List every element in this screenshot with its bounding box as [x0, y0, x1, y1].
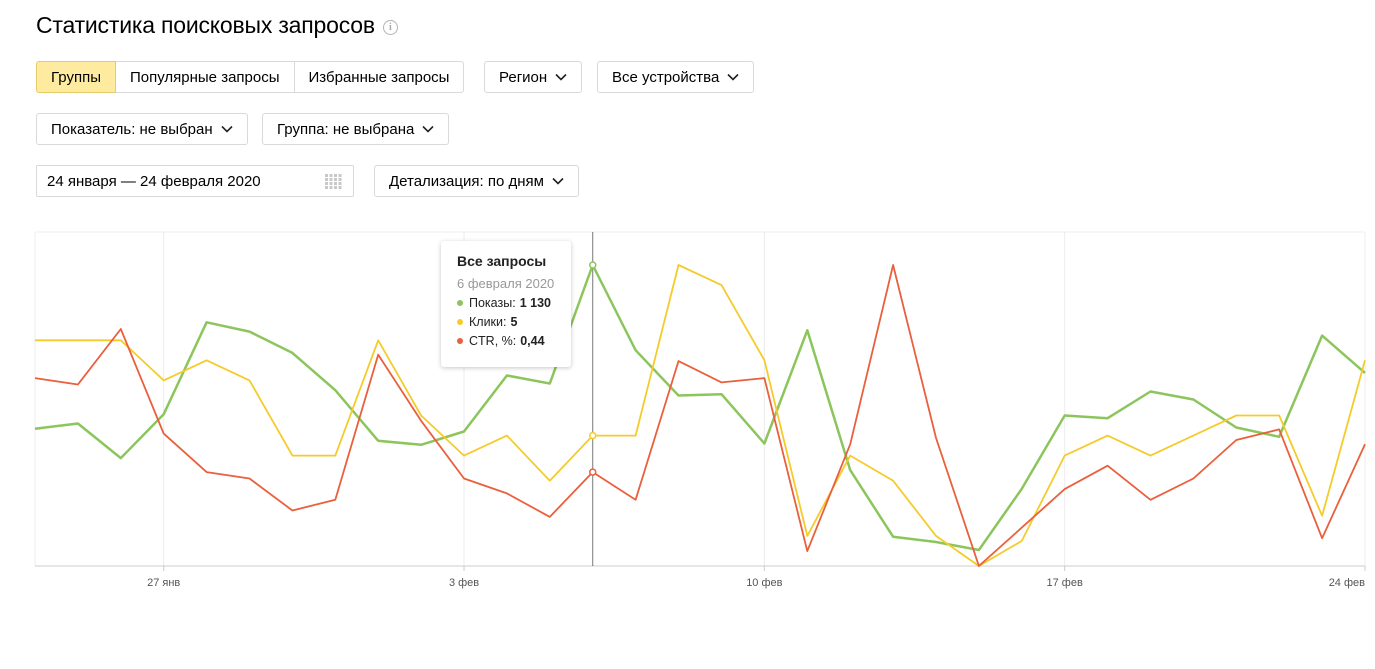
tooltip-clicks-value: 5 — [510, 315, 518, 329]
tab-groups[interactable]: Группы — [36, 61, 116, 93]
tab-popular-queries[interactable]: Популярные запросы — [114, 61, 295, 93]
x-tick-label: 3 фев — [449, 577, 479, 589]
chart-canvas: 27 янв 3 фев 10 фев 17 фев 24 фев — [34, 231, 1366, 589]
group-dropdown-label: Группа: не выбрана — [277, 120, 415, 138]
devices-dropdown-label: Все устройства — [612, 68, 720, 86]
legend-dot-ctr — [457, 338, 463, 344]
tooltip-shows-label: Показы: — [469, 296, 516, 310]
view-tabs: Группы Популярные запросы Избранные запр… — [36, 61, 465, 93]
highlight-point-clicks — [588, 431, 597, 440]
chevron-down-icon — [727, 73, 739, 81]
chevron-down-icon — [422, 125, 434, 133]
tooltip-ctr-value: 0,44 — [520, 334, 545, 348]
tooltip-clicks-label: Клики: — [469, 315, 507, 329]
metric-dropdown[interactable]: Показатель: не выбран — [36, 113, 248, 145]
highlight-point-shows — [588, 261, 597, 269]
series-line-shows — [34, 263, 1366, 552]
tooltip-row-ctr: CTR, %: 0,44 — [457, 334, 571, 348]
detail-dropdown[interactable]: Детализация: по дням — [374, 165, 579, 197]
page-title: Статистика поисковых запросов — [36, 12, 375, 38]
metric-dropdown-label: Показатель: не выбран — [51, 120, 213, 138]
tab-favorite-queries[interactable]: Избранные запросы — [293, 61, 465, 93]
devices-dropdown[interactable]: Все устройства — [597, 61, 755, 93]
chevron-down-icon — [555, 73, 567, 81]
legend-dot-clicks — [457, 319, 463, 325]
tooltip-shows-value: 1 130 — [519, 296, 551, 310]
tooltip-row-shows: Показы: 1 130 — [457, 296, 571, 310]
detail-dropdown-label: Детализация: по дням — [389, 172, 544, 190]
legend-dot-shows — [457, 300, 463, 306]
region-dropdown[interactable]: Регион — [484, 61, 583, 93]
calendar-icon[interactable] — [325, 174, 342, 189]
x-tick-label: 24 фев — [1329, 577, 1365, 589]
chevron-down-icon — [552, 177, 564, 185]
chevron-down-icon — [221, 125, 233, 133]
page-header: Статистика поисковых запросов i — [36, 12, 398, 39]
group-dropdown[interactable]: Группа: не выбрана — [262, 113, 450, 145]
series-line-clicks — [35, 264, 1366, 567]
series-line-ctr — [34, 264, 1366, 567]
date-range-input[interactable]: 24 января — 24 февраля 2020 — [36, 165, 354, 197]
line-chart[interactable]: 27 янв 3 фев 10 фев 17 фев 24 фев — [34, 231, 1366, 602]
highlight-point-ctr — [588, 468, 597, 476]
tooltip-ctr-label: CTR, %: — [469, 334, 517, 348]
region-dropdown-label: Регион — [499, 68, 548, 86]
chart-tooltip: Все запросы 6 февраля 2020 Показы: 1 130… — [441, 241, 571, 367]
x-tick-label: 17 фев — [1047, 577, 1083, 589]
tooltip-row-clicks: Клики: 5 — [457, 315, 571, 329]
info-icon[interactable]: i — [382, 19, 398, 35]
date-range-value: 24 января — 24 февраля 2020 — [47, 172, 261, 190]
tooltip-title: Все запросы — [457, 253, 547, 269]
tooltip-date: 6 февраля 2020 — [457, 276, 555, 291]
x-tick-label: 10 фев — [746, 577, 782, 589]
x-tick-label: 27 янв — [147, 577, 180, 589]
